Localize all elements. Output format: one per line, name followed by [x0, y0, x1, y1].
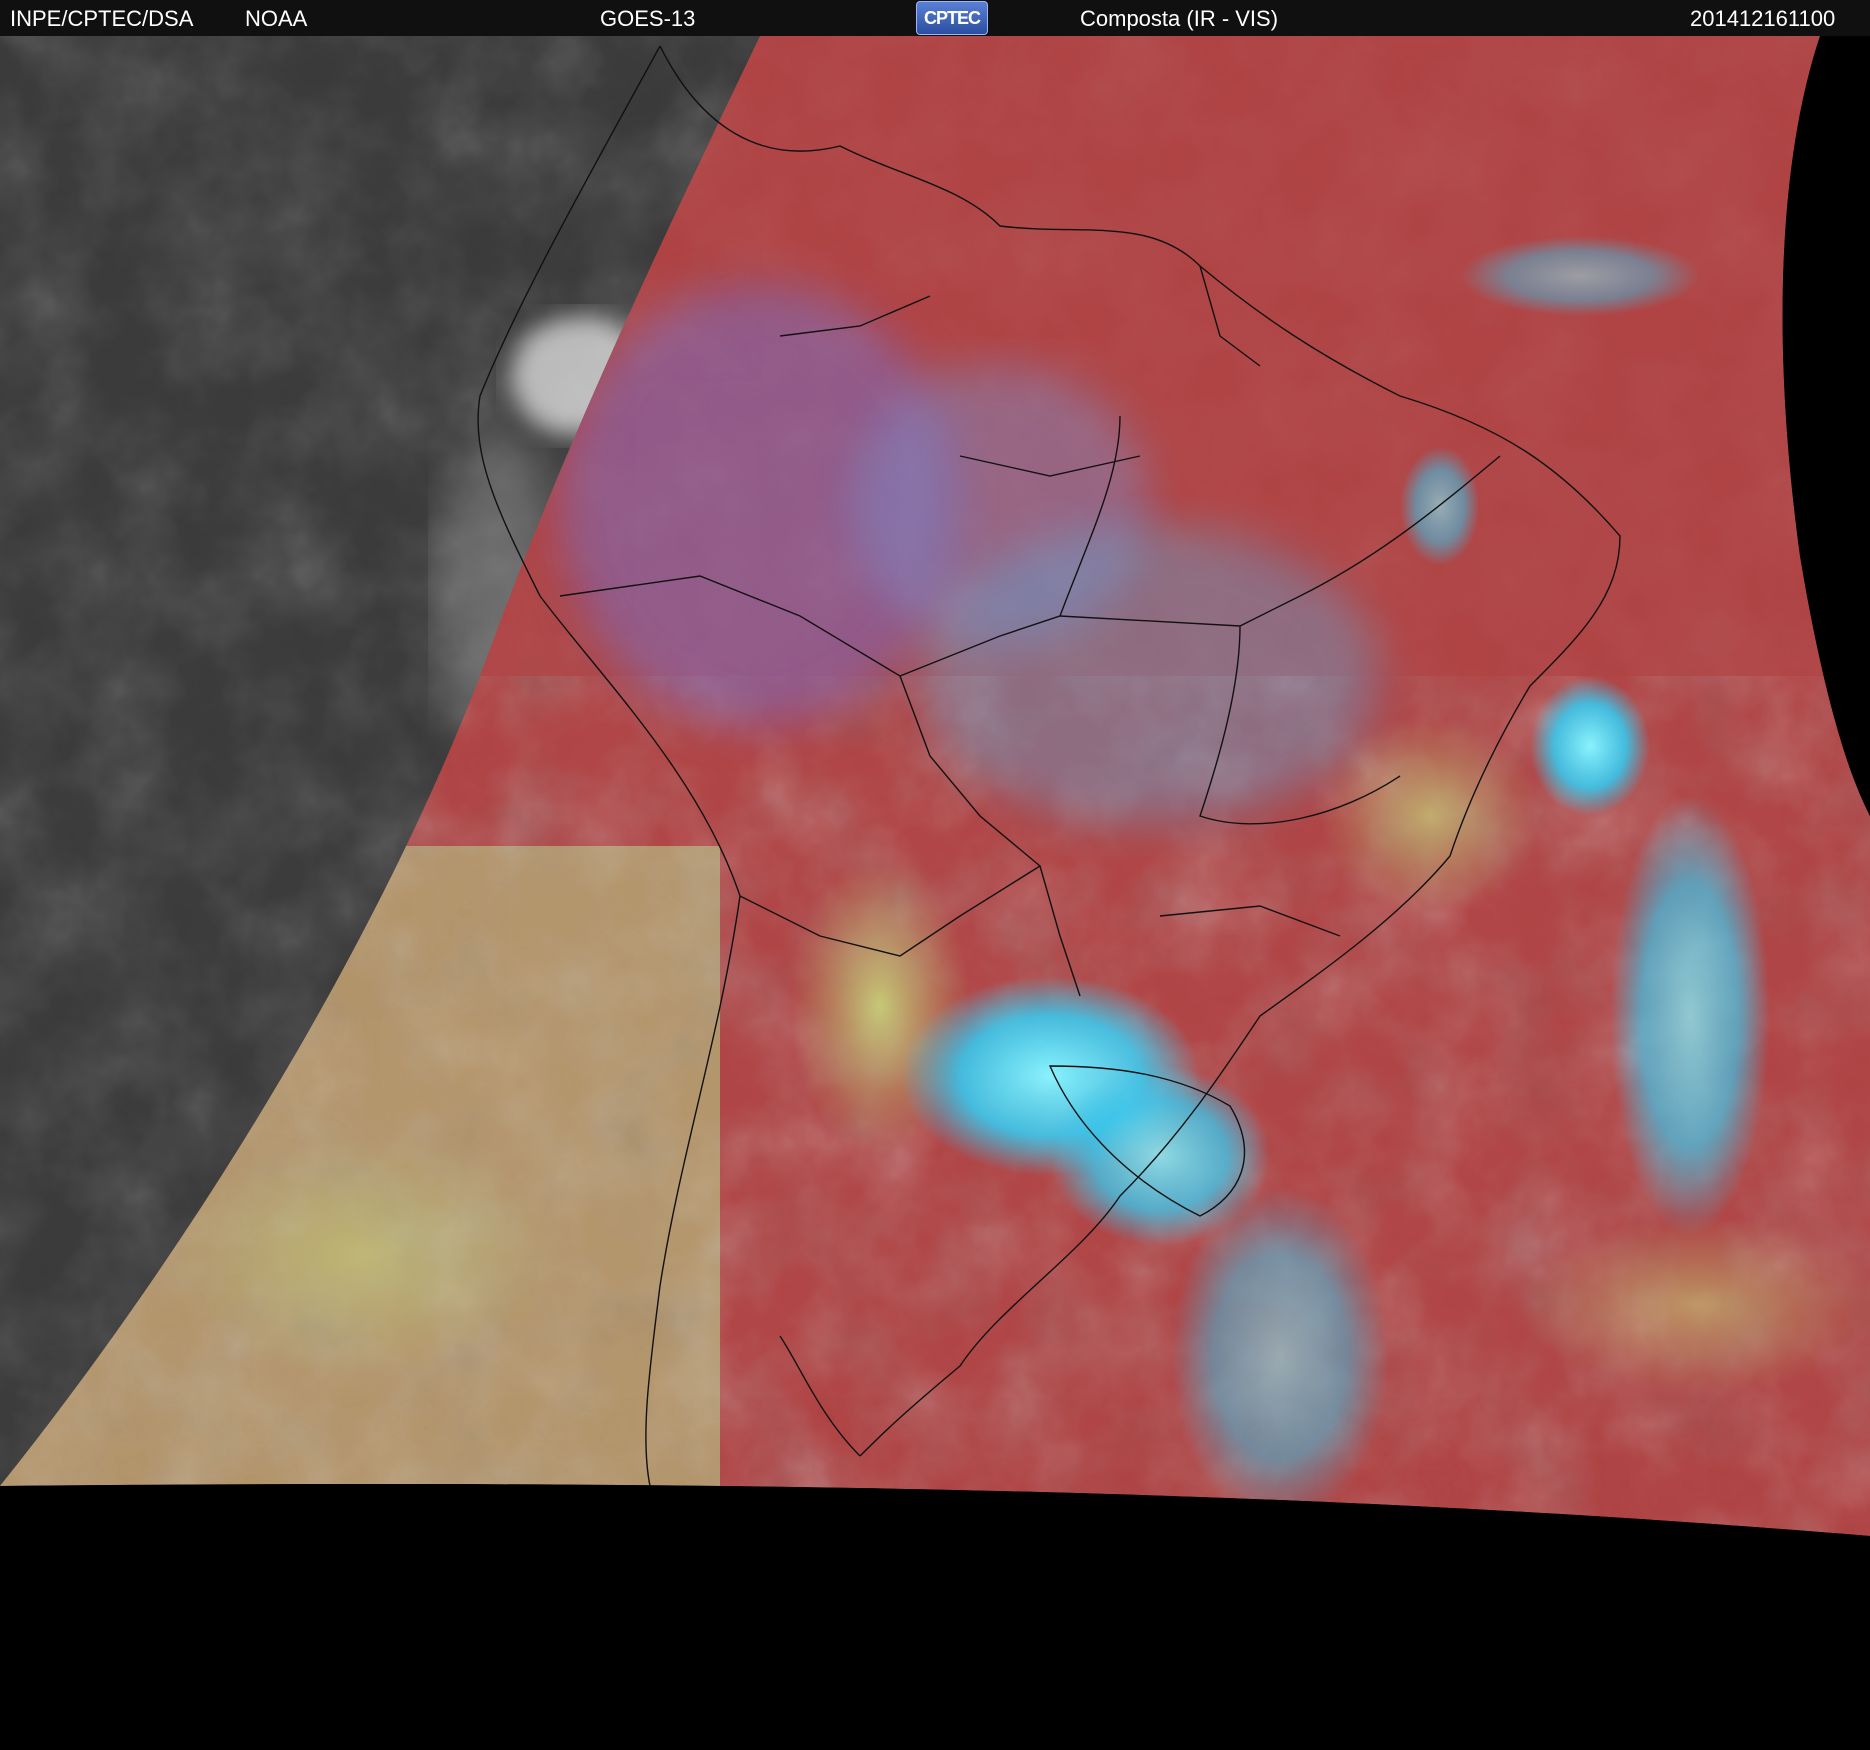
timestamp-label: 201412161100	[1690, 6, 1836, 31]
satellite-image	[0, 36, 1870, 1750]
source-label: INPE/CPTEC/DSA	[10, 6, 194, 31]
agency-label: NOAA	[245, 6, 308, 31]
product-label: Composta (IR - VIS)	[1080, 6, 1279, 31]
cptec-logo: CPTEC	[916, 1, 988, 35]
header-bar: INPE/CPTEC/DSA NOAA GOES-13 CPTEC Compos…	[0, 0, 1870, 36]
satellite-label: GOES-13	[600, 6, 696, 31]
